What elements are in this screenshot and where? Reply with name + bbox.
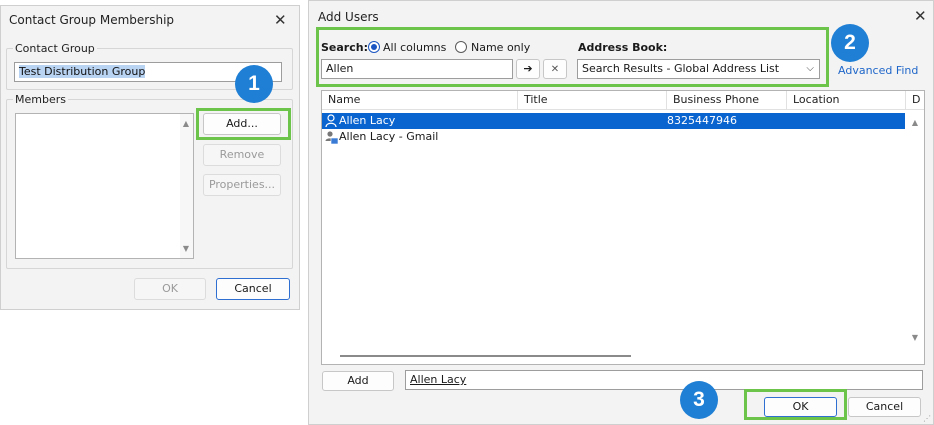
scroll-up-icon[interactable]: ▲ [180,119,192,128]
table-row[interactable]: Allen Lacy - Gmail [322,129,905,145]
advanced-find-link[interactable]: Advanced Find [838,64,918,77]
step3-badge: 3 [680,381,718,419]
contact-dialog-title: Contact Group Membership [9,13,175,27]
added-users-field[interactable]: Allen Lacy [405,370,923,390]
step1-badge: 1 [235,65,273,103]
members-label: Members [13,93,68,106]
result-name: Allen Lacy - Gmail [339,130,439,143]
remove-member-button[interactable]: Remove [203,144,281,166]
table-row[interactable]: Allen Lacy 8325447946 [322,113,905,129]
contact-group-label: Contact Group [13,42,97,55]
scroll-up-icon[interactable]: ▲ [909,118,921,127]
result-phone: 8325447946 [667,114,737,127]
step2-badge: 2 [831,24,869,62]
column-d[interactable]: D [906,91,924,109]
add-users-title: Add Users [318,10,379,24]
contact-card-icon [325,130,339,145]
column-name[interactable]: Name [322,91,518,109]
column-location[interactable]: Location [787,91,906,109]
properties-button[interactable]: Properties... [203,174,281,196]
contact-group-dialog: Contact Group Membership ✕ Contact Group… [0,5,300,310]
add-button[interactable]: Add [322,371,394,391]
members-list[interactable]: ▲ ▼ [15,113,194,259]
horizontal-scroll-thumb[interactable] [340,355,631,357]
close-icon[interactable]: ✕ [914,9,927,24]
user-icon [325,114,337,128]
contact-ok-button[interactable]: OK [134,278,206,300]
resize-grip-icon[interactable]: ⋰ [923,414,931,423]
scroll-down-icon[interactable]: ▼ [180,244,192,253]
group-name-value: Test Distribution Group [19,65,146,78]
step3-highlight [744,389,847,420]
result-name: Allen Lacy [339,114,396,127]
step1-highlight [196,108,291,140]
results-header: Name Title Business Phone Location D [322,91,924,110]
results-horizontal-scrollbar[interactable] [322,348,906,364]
column-business-phone[interactable]: Business Phone [667,91,787,109]
close-icon[interactable]: ✕ [274,13,287,28]
members-scrollbar[interactable]: ▲ ▼ [180,114,193,258]
results-list[interactable]: Name Title Business Phone Location D All… [321,90,925,365]
column-title[interactable]: Title [518,91,667,109]
contact-cancel-button[interactable]: Cancel [216,278,290,300]
added-users-value: Allen Lacy [410,373,467,386]
scroll-down-icon[interactable]: ▼ [909,333,921,342]
results-vertical-scrollbar[interactable]: ▲ ▼ [906,111,924,344]
step2-highlight [316,27,829,87]
add-users-cancel-button[interactable]: Cancel [848,397,921,417]
